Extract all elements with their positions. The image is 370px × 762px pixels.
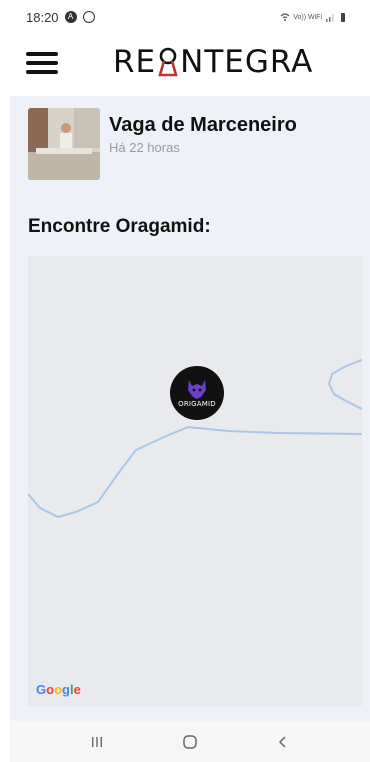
map-marker[interactable]: ORIGAMID <box>170 366 224 420</box>
recent-apps-icon[interactable] <box>82 727 112 757</box>
map-section-title: Encontre Oragamid: <box>28 216 211 237</box>
keyhole-logo-icon <box>158 47 178 77</box>
status-bar: 18:20 A Vo)) WiFi <box>0 0 370 34</box>
status-left: 18:20 A <box>26 10 95 25</box>
carpenter-photo <box>28 108 100 180</box>
location-map[interactable]: ORIGAMID Google <box>28 256 362 706</box>
logo-text-end: NTEGRA <box>180 44 314 80</box>
job-card[interactable]: Vaga de Marceneiro Há 22 horas <box>28 108 297 180</box>
notification-a-icon: A <box>64 11 77 23</box>
job-posted-time: Há 22 horas <box>109 140 180 155</box>
hamburger-icon[interactable] <box>26 52 58 74</box>
battery-icon <box>341 13 345 22</box>
map-marker-label: ORIGAMID <box>178 400 216 408</box>
back-icon[interactable] <box>268 727 298 757</box>
network-label: Vo)) WiFi <box>293 13 322 21</box>
app-logo: RE NTEGRA <box>113 40 313 84</box>
job-thumbnail <box>28 108 100 180</box>
logo-text-start: RE <box>113 44 157 80</box>
fox-logo-icon <box>188 380 206 399</box>
job-info: Vaga de Marceneiro Há 22 horas <box>109 108 297 180</box>
map-roads <box>28 359 362 519</box>
content-area: Vaga de Marceneiro Há 22 horas Encontre … <box>10 96 370 721</box>
job-title: Vaga de Marceneiro <box>109 114 297 136</box>
wifi-icon <box>280 13 290 21</box>
do-not-disturb-icon <box>82 11 95 23</box>
signal-icon <box>326 14 334 22</box>
status-right: Vo)) WiFi <box>280 12 348 22</box>
app-header: RE NTEGRA <box>0 34 370 94</box>
home-icon[interactable] <box>175 727 205 757</box>
google-attribution: Google <box>36 682 81 697</box>
system-nav-bar <box>10 721 370 762</box>
status-time: 18:20 <box>26 9 59 25</box>
